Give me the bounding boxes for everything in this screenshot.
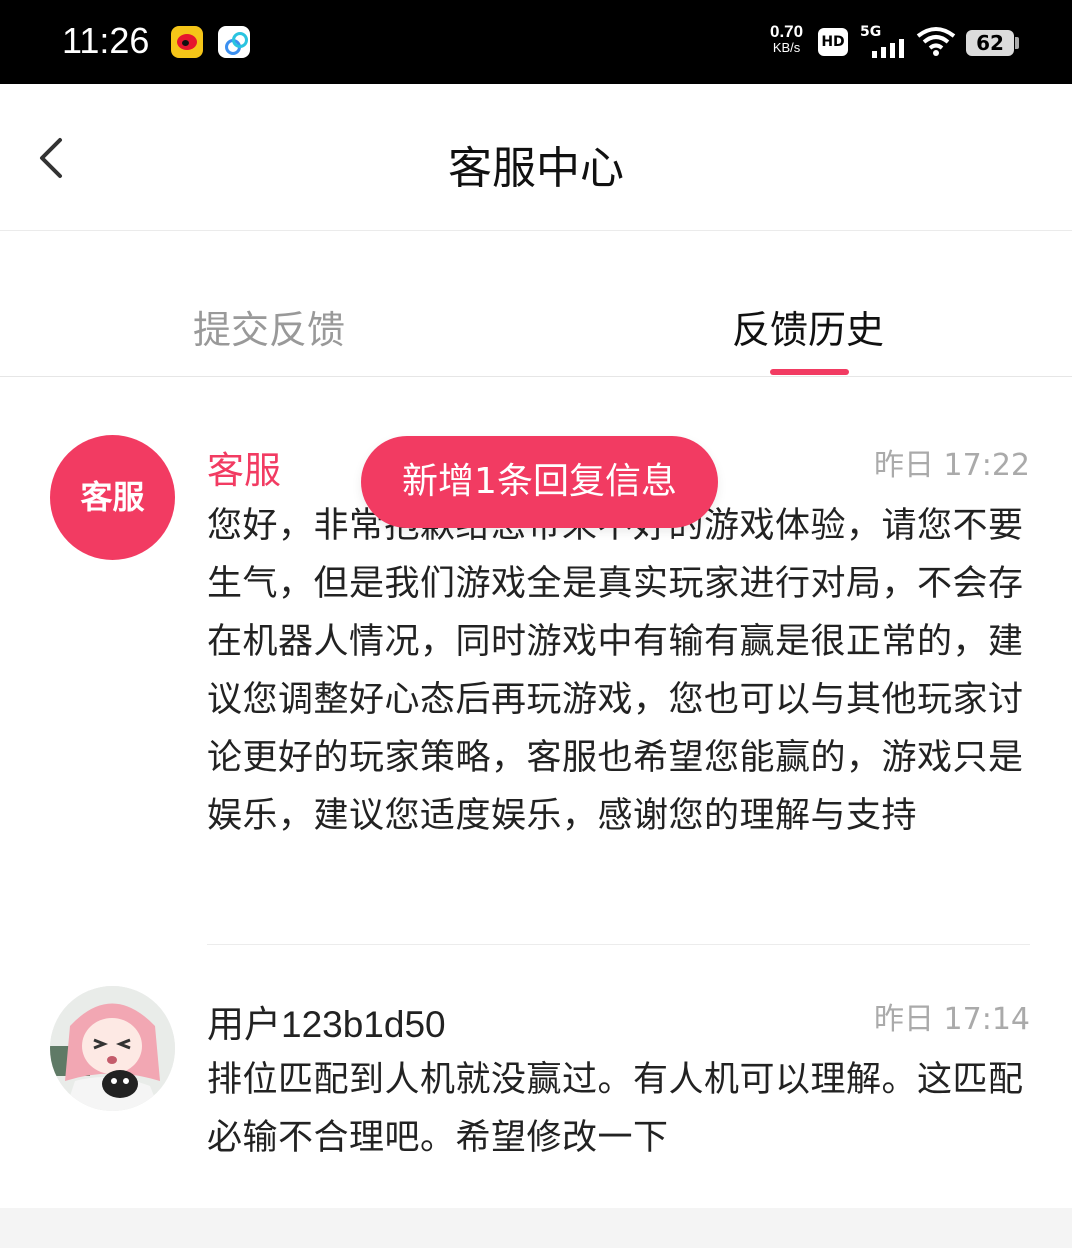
- battery-tip: [1015, 37, 1019, 49]
- user-avatar: [50, 986, 175, 1111]
- message-time: 昨日 17:14: [874, 1002, 1030, 1037]
- tab-feedback-history[interactable]: 反馈历史: [732, 299, 884, 354]
- weibo-notification-icon: [171, 26, 203, 58]
- signal-icon: [870, 36, 908, 58]
- tab-submit-feedback[interactable]: 提交反馈: [193, 299, 345, 354]
- hd-icon: HD: [818, 28, 848, 56]
- message-body: 排位匹配到人机就没赢过。有人机可以理解。这匹配必输不合理吧。希望修改一下: [207, 1060, 1024, 1158]
- page-title: 客服中心: [448, 143, 624, 194]
- nav-header: 客服中心: [0, 84, 1072, 231]
- network-speed-value: 0.70: [770, 22, 804, 41]
- tab-bar: 提交反馈 反馈历史: [0, 231, 1072, 377]
- new-reply-toast: 新增1条回复信息: [361, 436, 718, 528]
- footer-strip: [0, 1208, 1072, 1248]
- message-sender: 用户123b1d50: [207, 1004, 446, 1045]
- message-divider: [207, 944, 1030, 945]
- message-sender: 客服: [207, 449, 281, 492]
- battery-level: 62: [976, 31, 1004, 55]
- message-time: 昨日 17:22: [874, 448, 1030, 483]
- active-tab-indicator: [770, 369, 849, 375]
- status-bar: 11:26 0.70 KB/s HD 5G 62: [0, 0, 1072, 84]
- anime-avatar-icon: [50, 986, 175, 1111]
- network-speed-unit: KB/s: [772, 40, 801, 55]
- status-time: 11:26: [62, 20, 150, 61]
- wifi-icon: [916, 27, 956, 56]
- cs-avatar: 客服: [50, 435, 175, 560]
- app-notification-icon: [218, 26, 250, 58]
- message-body: 您好，非常抱歉给您带来不好的游戏体验，请您不要生气，但是我们游戏全是真实玩家进行…: [207, 506, 1024, 836]
- battery-icon: 62: [966, 30, 1014, 56]
- network-speed: 0.70 KB/s: [770, 22, 804, 56]
